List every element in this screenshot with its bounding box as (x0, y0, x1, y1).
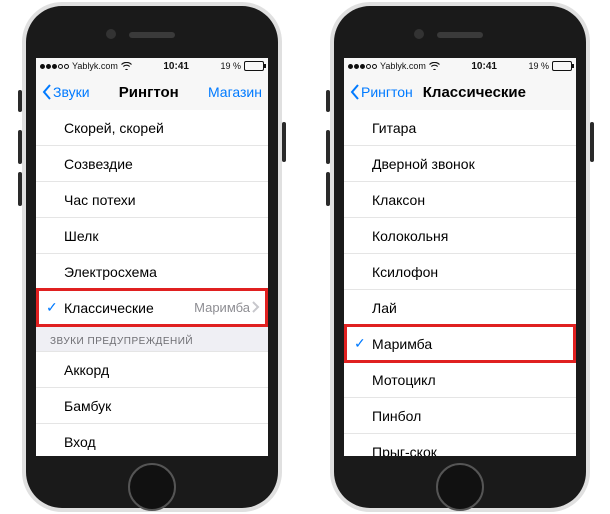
signal-icon (348, 64, 377, 69)
nav-title: Рингтон (90, 84, 208, 101)
chevron-left-icon (42, 84, 52, 100)
battery-pct: 19 % (220, 61, 241, 71)
ringtone-list: Скорей, скорей Созвездие Час потехи Шелк… (36, 110, 268, 456)
home-button[interactable] (128, 463, 176, 511)
nav-store-button[interactable]: Магазин (208, 84, 262, 100)
wifi-icon (429, 62, 440, 70)
list-item-label: Скорей, скорей (64, 120, 268, 136)
chevron-right-icon (252, 300, 268, 316)
status-bar: Yablyk.com 10:41 19 % (344, 58, 576, 74)
screen-left: Yablyk.com 10:41 19 % Звуки Рингтон Мага… (36, 58, 268, 456)
section-header: ЗВУКИ ПРЕДУПРЕЖДЕНИЙ (36, 326, 268, 352)
list-item-label: Вход (64, 434, 268, 450)
list-item-label: Час потехи (64, 192, 268, 208)
list-item-detail: Маримба (194, 300, 252, 315)
list-item-marimba[interactable]: ✓ Маримба (344, 326, 576, 362)
phone-mockup-right: Yablyk.com 10:41 19 % Рингтон Классическ… (330, 2, 590, 512)
list-item-label: Колокольня (372, 228, 576, 244)
list-item[interactable]: Дверной звонок (344, 146, 576, 182)
list-item[interactable]: Электросхема (36, 254, 268, 290)
list-item-label: Классические (64, 300, 194, 316)
list-item-label: Электросхема (64, 264, 268, 280)
clock: 10:41 (135, 61, 218, 72)
list-item-label: Лай (372, 300, 576, 316)
list-item[interactable]: Клаксон (344, 182, 576, 218)
wifi-icon (121, 62, 132, 70)
list-item[interactable]: Вход (36, 424, 268, 456)
list-item-label: Бамбук (64, 398, 268, 414)
list-item[interactable]: Колокольня (344, 218, 576, 254)
list-item[interactable]: Мотоцикл (344, 362, 576, 398)
chevron-left-icon (350, 84, 360, 100)
battery-pct: 19 % (528, 61, 549, 71)
list-item[interactable]: Созвездие (36, 146, 268, 182)
list-item-label: Созвездие (64, 156, 268, 172)
signal-icon (40, 64, 69, 69)
nav-title: Классические (389, 84, 560, 101)
battery-icon (244, 61, 264, 71)
list-item-label: Шелк (64, 228, 268, 244)
carrier-label: Yablyk.com (72, 61, 118, 71)
list-item[interactable]: Прыг-скок (344, 434, 576, 456)
list-item[interactable]: Гитара (344, 110, 576, 146)
list-item[interactable]: Лай (344, 290, 576, 326)
carrier-label: Yablyk.com (380, 61, 426, 71)
list-item[interactable]: Час потехи (36, 182, 268, 218)
list-item[interactable]: Аккорд (36, 352, 268, 388)
home-button[interactable] (436, 463, 484, 511)
checkmark-icon: ✓ (354, 335, 372, 352)
list-item-label: Прыг-скок (372, 444, 576, 457)
battery-icon (552, 61, 572, 71)
list-item[interactable]: Скорей, скорей (36, 110, 268, 146)
list-item[interactable]: Шелк (36, 218, 268, 254)
list-item-label: Клаксон (372, 192, 576, 208)
nav-back-label: Звуки (53, 84, 90, 100)
list-item-classic[interactable]: ✓ Классические Маримба (36, 290, 268, 326)
nav-back-button[interactable]: Звуки (42, 84, 90, 100)
list-item-label: Пинбол (372, 408, 576, 424)
list-item-label: Дверной звонок (372, 156, 576, 172)
phone-mockup-left: Yablyk.com 10:41 19 % Звуки Рингтон Мага… (22, 2, 282, 512)
classic-ringtone-list: Гитара Дверной звонок Клаксон Колокольня… (344, 110, 576, 456)
list-item[interactable]: Ксилофон (344, 254, 576, 290)
list-item-label: Ксилофон (372, 264, 576, 280)
list-item-label: Мотоцикл (372, 372, 576, 388)
checkmark-icon: ✓ (46, 299, 64, 316)
list-item-label: Гитара (372, 120, 576, 136)
screen-right: Yablyk.com 10:41 19 % Рингтон Классическ… (344, 58, 576, 456)
list-item[interactable]: Бамбук (36, 388, 268, 424)
nav-bar: Рингтон Классические (344, 74, 576, 111)
status-bar: Yablyk.com 10:41 19 % (36, 58, 268, 74)
list-item-label: Маримба (372, 336, 576, 352)
nav-bar: Звуки Рингтон Магазин (36, 74, 268, 111)
list-item-label: Аккорд (64, 362, 268, 378)
list-item[interactable]: Пинбол (344, 398, 576, 434)
clock: 10:41 (443, 61, 526, 72)
